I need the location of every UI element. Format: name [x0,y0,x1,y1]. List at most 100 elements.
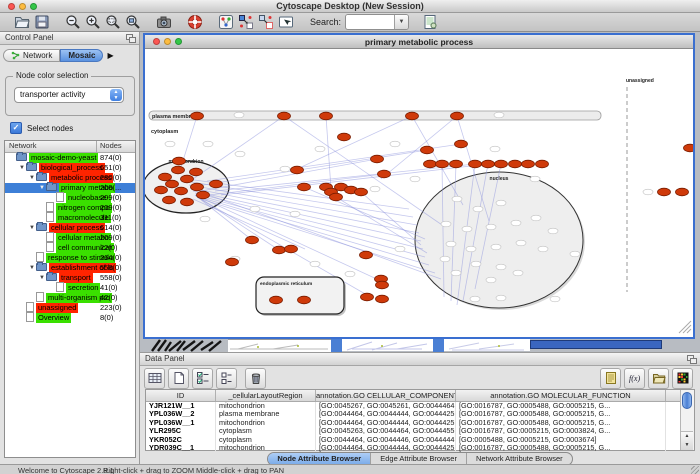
tree-item[interactable]: cell communicat22(0) [5,243,135,253]
background-window-titlebar[interactable] [530,340,662,349]
network-node[interactable] [361,293,374,301]
network-node[interactable] [455,140,468,148]
tree-item[interactable]: ▼transport558(0) [5,273,135,283]
network-node-unselected[interactable] [395,246,405,252]
network-node[interactable] [172,166,185,174]
unselect-attributes-icon[interactable] [216,368,237,389]
network-node-unselected[interactable] [490,146,500,152]
background-window-edge[interactable] [331,338,342,352]
network-node-unselected[interactable] [440,256,450,262]
network-node-unselected[interactable] [473,206,483,212]
network-node-unselected[interactable] [643,189,653,195]
table-cell[interactable]: YPL036W__1 [146,419,216,427]
function-builder-icon[interactable]: f(x) [624,368,645,389]
zoom-out-icon[interactable] [63,13,83,31]
column-go-molecular-function[interactable]: annotation.GO MOLECULAR_FUNCTION [456,390,666,401]
table-row[interactable]: YJR121W__1mitochondrion[GO:0045267, GO:0… [146,402,694,410]
network-node[interactable] [495,160,508,168]
delete-attribute-icon[interactable] [245,368,266,389]
network-node[interactable] [424,160,437,168]
column-id[interactable]: ID [146,390,216,401]
network-node-unselected[interactable] [550,296,560,302]
network-node[interactable] [509,160,522,168]
plasma-membrane-region[interactable] [149,111,601,120]
network-edge[interactable] [203,193,441,279]
network-node[interactable] [436,160,449,168]
table-cell[interactable]: [GO:0044464, GO:0044444, GO:0044425, G..… [316,419,456,427]
tree-item[interactable]: macromolecule311(0) [5,213,135,223]
table-cell[interactable]: cytoplasm [216,436,316,444]
tree-item[interactable]: ▼cellular process614(0) [5,223,135,233]
network-node[interactable] [298,183,311,191]
network-node[interactable] [450,160,463,168]
network-node-unselected[interactable] [516,240,526,246]
resize-grip[interactable] [691,466,699,474]
network-node[interactable] [376,281,389,289]
zoom-selected-region-icon[interactable] [103,13,123,31]
import-table-icon[interactable] [420,13,440,31]
network-node-unselected[interactable] [496,264,506,270]
network-node-unselected[interactable] [441,221,451,227]
network-node[interactable] [191,112,204,120]
network-node[interactable] [469,160,482,168]
help-lifering-icon[interactable] [185,13,205,31]
network-node[interactable] [421,146,434,154]
tree-item[interactable]: mosaic-demo-yeast874(0) [5,153,135,163]
search-dropdown-arrow-icon[interactable]: ▼ [394,15,408,29]
network-node-unselected[interactable] [548,228,558,234]
background-window-sliver[interactable] [444,339,530,351]
show-columns-icon[interactable] [144,368,165,389]
network-node[interactable] [159,173,172,181]
network-node-unselected[interactable] [290,211,300,217]
network-node-unselected[interactable] [200,216,210,222]
network-node[interactable] [291,166,304,174]
network-node[interactable] [371,155,384,163]
network-node[interactable] [278,112,291,120]
table-cell[interactable]: [GO:0005488, GO:0005215, GO:0003674] [456,436,666,444]
network-node-unselected[interactable] [250,206,260,212]
tab-mosaic[interactable]: Mosaic [60,49,103,62]
tree-expand-arrow-icon[interactable]: ▼ [28,263,36,273]
network-node[interactable] [451,112,464,120]
network-node[interactable] [210,180,223,188]
network-node-unselected[interactable] [486,277,496,283]
network-node[interactable] [273,246,286,254]
network-node-unselected[interactable] [452,196,462,202]
network-node-unselected[interactable] [570,251,580,257]
background-window-sliver[interactable] [228,339,331,352]
table-row[interactable]: YKR052Ccytoplasm[GO:0044464, GO:0044446,… [146,436,694,444]
snapshot-camera-icon[interactable] [154,13,174,31]
network-node[interactable] [226,258,239,266]
table-cell[interactable]: [GO:0016787, GO:0005488, GO:0005215, G..… [456,419,666,427]
network-node-unselected[interactable] [513,270,523,276]
tree-item[interactable]: multi-organism pro42(0) [5,293,135,303]
network-node-unselected[interactable] [165,141,175,147]
network-node-unselected[interactable] [234,112,244,118]
table-scrollbar[interactable]: ▲▼ [680,390,694,450]
background-window-sliver[interactable] [342,339,433,351]
network-node[interactable] [522,160,535,168]
network-node-unselected[interactable] [530,176,540,182]
network-node-unselected[interactable] [390,141,400,147]
heatmap-icon[interactable] [672,368,693,389]
network-node[interactable] [482,160,495,168]
tree-item[interactable]: nitrogen compo209(0) [5,203,135,213]
table-cell[interactable]: YPL036W__2 [146,410,216,418]
network-edge[interactable] [195,193,423,249]
tree-column-nodes[interactable]: Nodes [97,141,135,152]
network-node-unselected[interactable] [345,271,355,277]
table-row[interactable]: YPL036W__1mitochondrion[GO:0044464, GO:0… [146,419,694,427]
select-attributes-icon[interactable] [192,368,213,389]
float-panel-icon[interactable] [126,34,135,42]
save-session-icon[interactable] [32,13,52,31]
table-cell[interactable]: [GO:0016787, GO:0005215, GO:0003824, G..… [456,427,666,435]
view-resize-grip[interactable] [679,321,691,333]
tab-overflow-arrow-icon[interactable]: ▶ [107,51,113,60]
network-node[interactable] [190,168,203,176]
network-node-unselected[interactable] [280,166,290,172]
network-node[interactable] [166,180,179,188]
network-node-unselected[interactable] [446,241,456,247]
table-row[interactable]: YPL036W__2plasma membrane[GO:0044464, GO… [146,410,694,418]
network-edge[interactable] [326,116,331,189]
network-edge[interactable] [193,116,284,179]
